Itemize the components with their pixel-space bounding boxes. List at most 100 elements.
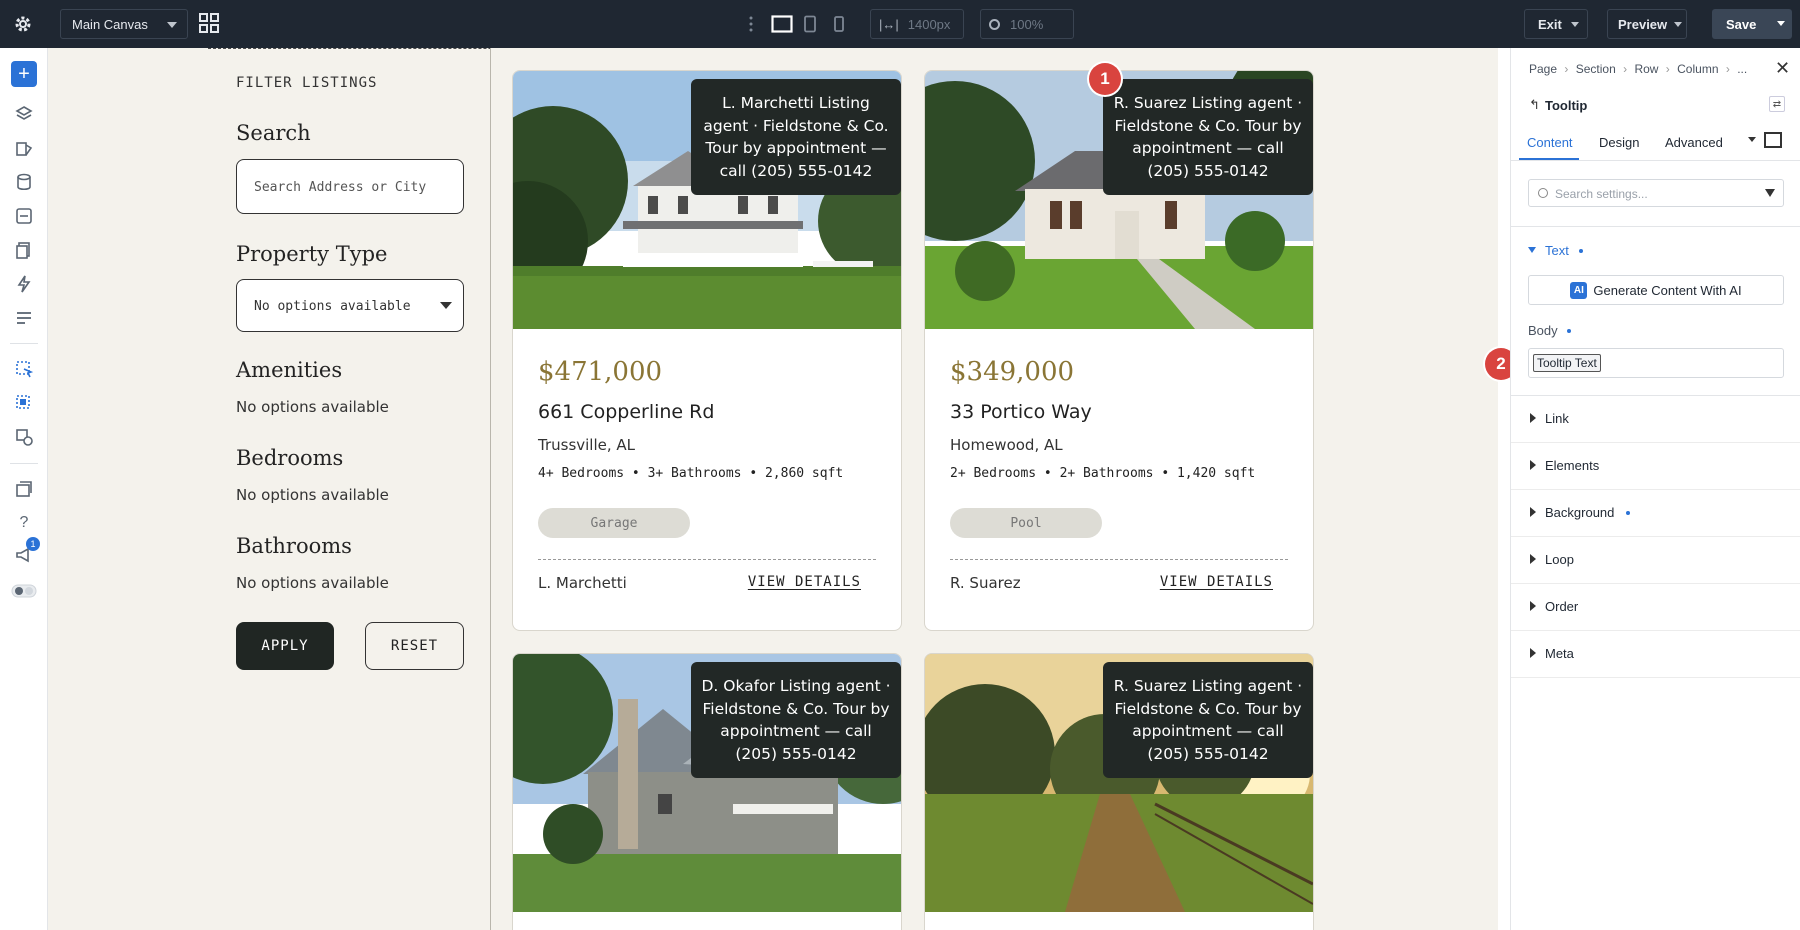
multi-select-icon[interactable] [11,390,37,416]
bedrooms-label: Bedrooms [236,446,344,470]
page-canvas: FILTER LISTINGS Search Search Address or… [48,48,1498,930]
canvas-width-field[interactable]: |↔| 1400px [870,9,964,39]
section-elements-caret-icon [1530,460,1536,470]
listing-card[interactable]: R. Suarez Listing agent · Fieldstone & C… [924,653,1314,930]
mobile-view-icon[interactable] [833,14,847,34]
body-label: Body [1528,323,1558,338]
canvas-width-value: 1400px [907,16,951,32]
search-input[interactable]: Search Address or City [236,159,464,214]
database-icon[interactable] [11,169,37,195]
section-link-caret-icon [1530,413,1536,423]
apply-button[interactable]: APPLY [236,622,334,670]
body-label-dot [1567,328,1572,333]
filter-sidebar: FILTER LISTINGS Search Search Address or… [48,48,491,930]
add-element-button[interactable]: + [11,61,37,87]
section-loop-caret-icon [1530,554,1536,564]
preview-button[interactable]: Preview [1607,9,1687,39]
section-meta[interactable]: Meta [1511,631,1800,678]
text-section-toggle[interactable]: Text [1528,241,1648,261]
template-icon[interactable] [11,203,37,229]
styles-icon[interactable] [11,135,37,161]
tab-content-label: Content [1527,135,1573,150]
close-icon[interactable]: ✕ [1775,58,1790,79]
section-background-caret-icon [1530,507,1536,517]
listing-agent: R. Suarez [950,574,1021,592]
listing-specs: 4+ Bedrooms • 3+ Bathrooms • 2,860 sqft [538,466,844,481]
section-order[interactable]: Order [1511,584,1800,631]
section-background[interactable]: Background [1511,490,1800,537]
reset-button[interactable]: RESET [365,622,464,670]
search-divider [1511,226,1800,227]
help-icon[interactable]: ? [11,510,37,536]
section-meta-label: Meta [1545,646,1574,661]
canvas-select-label: Main Canvas [72,16,148,32]
amenity-badge: Garage [538,508,690,538]
tab-design[interactable]: Design [1591,128,1651,160]
section-loop-label: Loop [1545,552,1574,567]
listing-card[interactable]: D. Okafor Listing agent · Fieldstone & C… [512,653,902,930]
desktop-view-icon[interactable] [771,14,793,34]
listing-tooltip: L. Marchetti Listing agent · Fieldstone … [691,79,901,195]
grid-layout-icon[interactable] [198,12,220,34]
preview-label: Preview [1618,16,1668,32]
components-icon[interactable] [11,424,37,450]
tablet-view-icon[interactable] [803,14,819,34]
section-background-dot [1626,511,1630,515]
listings-grid: L. Marchetti Listing agent · Fieldstone … [491,48,1498,930]
cursor-select-icon[interactable] [11,356,37,382]
panel-layout-icon[interactable] [1764,132,1782,148]
step-marker-1: 1 [1089,63,1121,95]
settings-gear-icon[interactable] [13,13,35,35]
chevron-down-icon [167,22,177,28]
view-details-link[interactable]: VIEW DETAILS [748,574,861,590]
element-back-icon[interactable]: ↰ [1529,97,1540,113]
tabs-dropdown-icon[interactable] [1748,137,1756,142]
element-name: Tooltip [1545,98,1588,113]
tab-advanced[interactable]: Advanced [1665,128,1745,160]
lightning-icon[interactable] [11,271,37,297]
pages-icon[interactable] [11,237,37,263]
announcements-icon[interactable]: 1 [11,537,40,568]
property-type-select[interactable]: No options available [236,279,464,332]
body-input[interactable]: Tooltip Text [1528,348,1784,378]
listing-specs: 2+ Bedrooms • 2+ Bathrooms • 1,420 sqft [950,466,1256,481]
listing-card[interactable]: L. Marchetti Listing agent · Fieldstone … [512,70,902,631]
layers-icon[interactable] [11,101,37,127]
tabs-divider [1511,160,1800,161]
generate-ai-button[interactable]: AI Generate Content With AI [1528,275,1784,305]
breadcrumb-column[interactable]: Column [1677,62,1718,76]
tab-content[interactable]: Content [1519,128,1579,160]
listing-city: Trussville, AL [538,436,636,454]
settings-search-input[interactable]: Search settings... [1528,179,1784,207]
amenities-value: No options available [236,398,389,416]
list-icon[interactable] [11,305,37,331]
exit-button[interactable]: Exit [1524,9,1588,39]
tab-design-label: Design [1599,135,1640,150]
save-button[interactable]: Save [1712,9,1792,39]
generate-ai-label: Generate Content With AI [1593,282,1742,298]
section-loop[interactable]: Loop [1511,537,1800,584]
theme-toggle[interactable] [11,578,37,604]
listing-price: $349,000 [950,357,1075,387]
canvas-select[interactable]: Main Canvas [60,9,188,39]
settings-search-icon [1538,188,1548,198]
search-label: Search [236,121,311,145]
drag-handle-icon[interactable] [748,14,756,34]
breadcrumb-page[interactable]: Page [1529,62,1557,76]
zoom-field[interactable]: 100% [980,9,1074,39]
panel-options-icon[interactable]: ⇄ [1769,96,1785,112]
breadcrumb-section[interactable]: Section [1576,62,1616,76]
filter-heading: FILTER LISTINGS [236,75,378,91]
top-toolbar: Main Canvas |↔| 1400px 100% Exit Preview… [0,0,1800,48]
listing-card[interactable]: R. Suarez Listing agent · Fieldstone & C… [924,70,1314,631]
breadcrumb-row[interactable]: Row [1634,62,1658,76]
filter-funnel-icon[interactable] [1765,189,1775,197]
width-arrows-icon: |↔| [879,16,899,32]
windows-icon[interactable] [11,476,37,502]
bathrooms-label: Bathrooms [236,534,352,558]
breadcrumb-more[interactable]: ... [1737,62,1747,76]
view-details-link[interactable]: VIEW DETAILS [1160,574,1273,590]
zoom-search-icon [989,18,1000,30]
section-elements[interactable]: Elements [1511,443,1800,490]
section-link[interactable]: Link [1511,396,1800,443]
